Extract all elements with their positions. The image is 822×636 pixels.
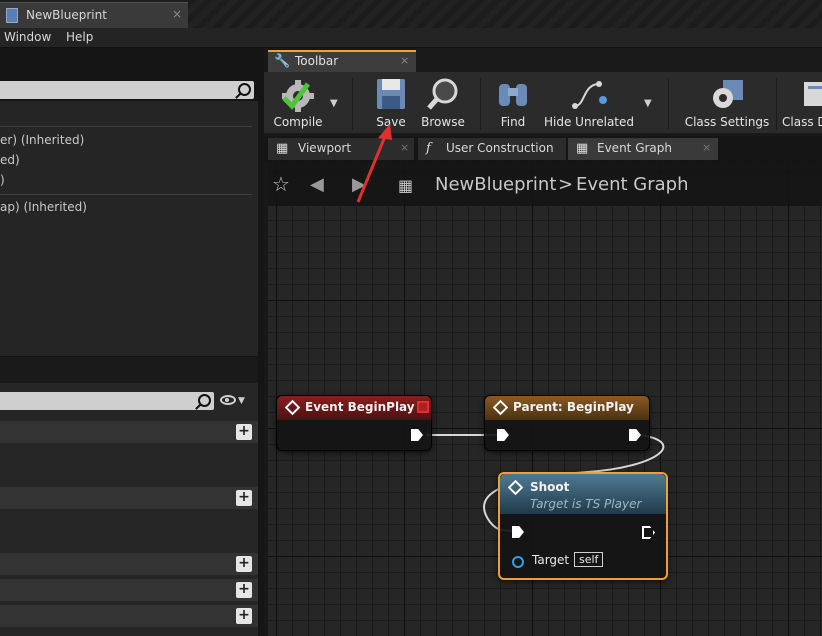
class-defaults-icon	[804, 82, 822, 106]
category-row[interactable]: +	[0, 421, 258, 443]
exec-out-pin-icon[interactable]	[411, 429, 423, 441]
class-settings-icon	[713, 80, 743, 108]
exec-in-pin-icon[interactable]	[497, 429, 509, 441]
menu-window[interactable]: Window	[4, 30, 51, 44]
component-row[interactable]: ed)	[0, 153, 20, 167]
annotation-arrow	[356, 124, 392, 203]
hide-unrelated-label: Hide Unrelated	[544, 115, 635, 129]
class-settings-button[interactable]: Class Settings	[682, 72, 772, 134]
target-pin-icon[interactable]	[512, 556, 524, 568]
my-blueprint-header	[0, 357, 258, 383]
component-row[interactable]: er) (Inherited)	[0, 133, 84, 147]
title-bar-background	[188, 0, 822, 28]
toolbar: Compile ▼ Save Browse Find Hide Unrelate…	[264, 72, 822, 134]
node-shoot[interactable]: Shoot Target is TS Player Target self	[498, 472, 668, 580]
compile-gear-icon	[282, 80, 314, 112]
hide-unrelated-button[interactable]: Hide Unrelated	[544, 72, 634, 134]
class-defaults-button[interactable]: Class D	[780, 72, 822, 134]
node-parent-beginplay[interactable]: Parent: BeginPlay	[484, 395, 650, 451]
function-icon: f	[426, 141, 431, 156]
divider	[0, 194, 252, 195]
chevron-down-icon[interactable]: ▼	[644, 98, 652, 109]
class-settings-label: Class Settings	[684, 115, 770, 129]
my-blueprint-search-input[interactable]	[0, 392, 214, 410]
close-icon[interactable]: ×	[172, 7, 182, 21]
node-title: Parent: BeginPlay	[513, 400, 634, 414]
hide-unrelated-icon	[572, 81, 607, 109]
search-icon[interactable]	[238, 83, 251, 96]
components-search-input[interactable]	[0, 81, 254, 99]
class-defaults-label: Class D	[782, 115, 822, 129]
component-row[interactable]: )	[0, 173, 5, 187]
add-icon[interactable]: +	[236, 424, 252, 440]
exec-out-pin-icon[interactable]	[629, 429, 641, 441]
editor-tabs: ▦ Viewport × f User Construction ▦ Event…	[264, 136, 822, 162]
components-list: er) (Inherited) ed) ) ap) (Inherited)	[0, 101, 258, 356]
component-row[interactable]: ap) (Inherited)	[0, 200, 87, 214]
browse-label: Browse	[421, 115, 465, 129]
menu-bar: Window Help	[0, 28, 822, 48]
browse-button[interactable]: Browse	[418, 72, 468, 134]
divider	[0, 126, 252, 127]
search-icon[interactable]	[198, 394, 211, 407]
compile-button[interactable]: Compile	[268, 72, 328, 134]
divider	[480, 78, 481, 130]
add-icon[interactable]: +	[236, 582, 252, 598]
wrench-icon: 🔧	[274, 54, 291, 69]
category-row[interactable]: +	[0, 579, 258, 601]
chevron-down-icon[interactable]: ▼	[238, 396, 245, 406]
close-icon[interactable]: ×	[400, 54, 409, 67]
chevron-down-icon[interactable]: ▼	[330, 98, 338, 109]
magnifier-icon	[427, 78, 458, 110]
find-button[interactable]: Find	[490, 72, 536, 134]
compile-label: Compile	[273, 115, 323, 129]
add-icon[interactable]: +	[236, 556, 252, 572]
save-disk-icon	[377, 79, 405, 109]
blueprint-file-icon	[6, 8, 18, 23]
view-options-eye-icon[interactable]	[220, 395, 236, 405]
document-tab[interactable]: NewBlueprint ×	[0, 2, 188, 28]
find-label: Find	[500, 115, 526, 129]
target-pin-value: self	[574, 552, 604, 567]
tab-user-construction[interactable]: f User Construction	[418, 138, 566, 160]
document-tab-label: NewBlueprint	[26, 8, 107, 22]
delegate-pin-icon[interactable]	[417, 401, 429, 413]
toolbar-tab-label: Toolbar	[295, 54, 339, 68]
tab-event-graph[interactable]: ▦ Event Graph ×	[568, 138, 718, 160]
event-graph-icon: ▦	[576, 141, 589, 156]
node-title: Event BeginPlay	[305, 400, 415, 414]
tab-event-graph-label: Event Graph	[597, 141, 672, 155]
divider	[668, 78, 669, 130]
category-row[interactable]: +	[0, 487, 258, 509]
node-event-beginplay[interactable]: Event BeginPlay	[276, 395, 432, 451]
category-row[interactable]: +	[0, 553, 258, 575]
exec-out-pin-icon[interactable]	[642, 526, 655, 539]
tab-viewport-label: Viewport	[298, 141, 352, 155]
exec-in-pin-icon[interactable]	[512, 526, 524, 538]
node-title: Shoot	[530, 480, 570, 494]
toolbar-tab[interactable]: 🔧 Toolbar ×	[268, 50, 416, 72]
close-icon[interactable]: ×	[702, 141, 711, 154]
tab-user-construction-label: User Construction	[446, 141, 554, 155]
menu-help[interactable]: Help	[66, 30, 93, 44]
target-pin-label: Target	[532, 553, 570, 567]
viewport-icon: ▦	[276, 141, 289, 156]
binoculars-icon	[499, 84, 527, 106]
add-icon[interactable]: +	[236, 608, 252, 624]
my-blueprint-panel: + + + + +	[0, 383, 258, 636]
divider	[776, 78, 777, 130]
add-icon[interactable]: +	[236, 490, 252, 506]
node-subtitle: Target is TS Player	[530, 497, 642, 511]
category-row[interactable]: +	[0, 605, 258, 627]
